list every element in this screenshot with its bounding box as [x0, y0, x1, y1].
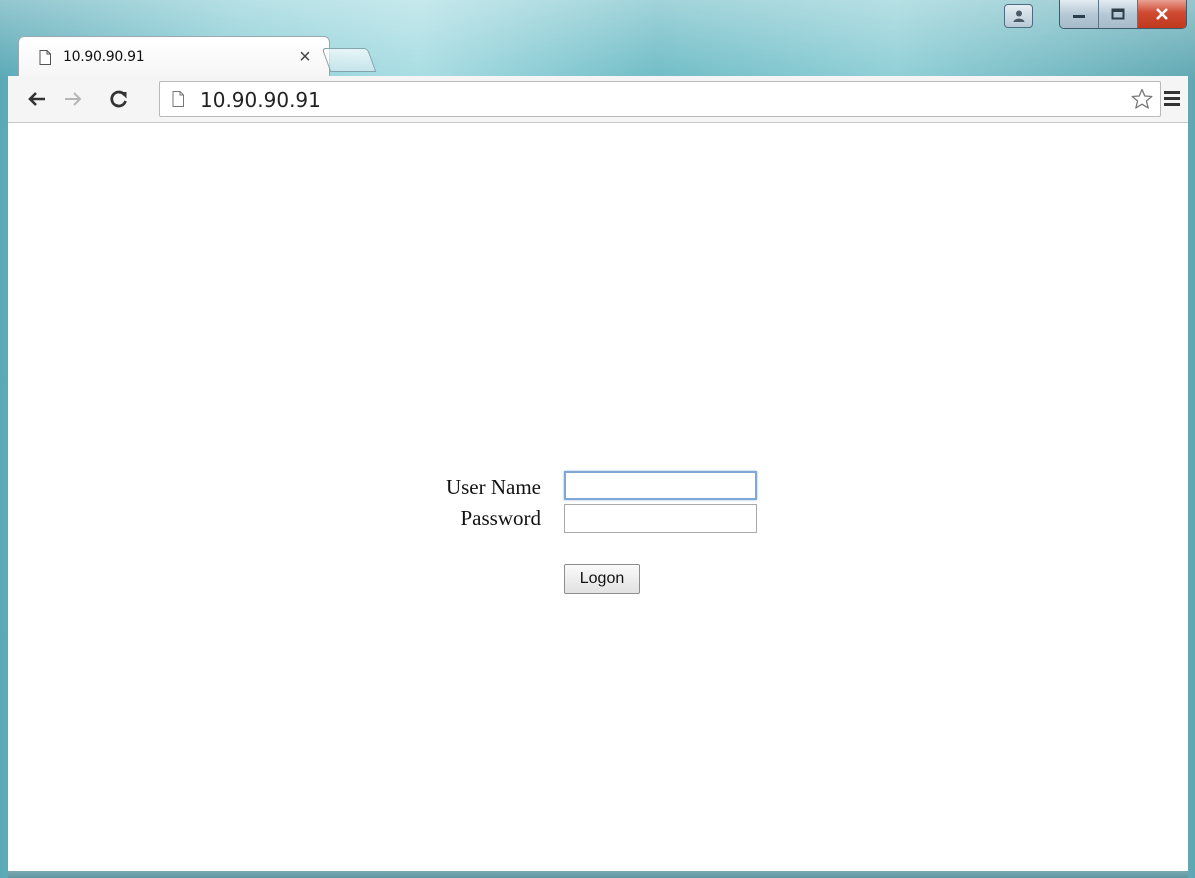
logon-button[interactable]: Logon — [564, 564, 640, 594]
window-bottom-border — [8, 871, 1188, 878]
menu-icon[interactable] — [1162, 88, 1182, 108]
page-content: User Name Password Logon — [8, 123, 1188, 871]
password-input[interactable] — [564, 504, 757, 533]
username-label: User Name — [445, 475, 541, 499]
close-icon — [1156, 8, 1168, 20]
page-icon — [39, 49, 51, 65]
user-profile-button[interactable] — [1004, 4, 1033, 28]
star-icon[interactable] — [1130, 87, 1154, 111]
browser-toolbar: 10.90.90.91 — [8, 76, 1188, 123]
forward-button[interactable] — [58, 76, 88, 122]
tab-title: 10.90.90.91 — [63, 49, 145, 65]
browser-tab[interactable]: 10.90.90.91 × — [18, 36, 330, 77]
maximize-button[interactable] — [1098, 0, 1137, 28]
address-bar[interactable]: 10.90.90.91 — [159, 81, 1161, 117]
password-label: Password — [460, 506, 541, 530]
new-tab-button[interactable] — [321, 48, 377, 72]
tab-close-button[interactable]: × — [295, 47, 315, 67]
back-arrow-icon — [28, 92, 45, 106]
back-button[interactable] — [22, 76, 52, 122]
username-input[interactable] — [564, 471, 757, 500]
reload-button[interactable] — [104, 76, 134, 122]
maximize-icon — [1111, 8, 1125, 20]
forward-arrow-icon — [65, 92, 82, 106]
reload-icon — [110, 90, 127, 108]
window-controls — [1059, 0, 1187, 29]
page-icon — [172, 91, 184, 107]
close-window-button[interactable] — [1137, 0, 1186, 28]
minimize-icon — [1073, 15, 1085, 18]
user-icon — [1013, 10, 1024, 22]
minimize-button[interactable] — [1060, 0, 1098, 28]
url-text[interactable]: 10.90.90.91 — [200, 88, 321, 112]
login-form: User Name Password Logon — [8, 123, 1188, 871]
